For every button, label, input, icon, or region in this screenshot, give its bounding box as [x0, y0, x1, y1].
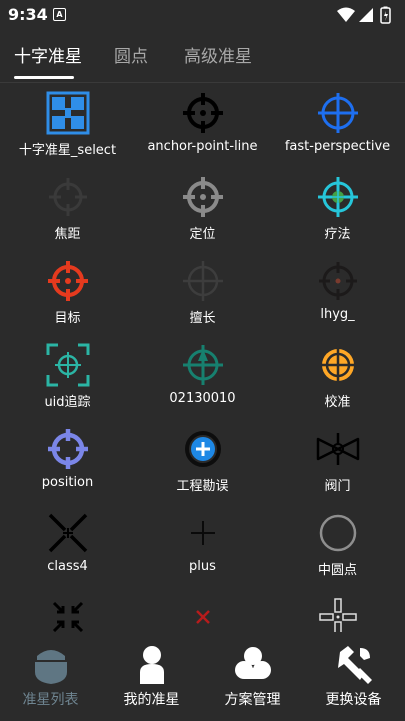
crosshair-item-label: uid追踪 — [44, 395, 91, 410]
crosshair-item-label: 定位 — [189, 227, 216, 242]
black-crosshair-icon — [183, 93, 223, 133]
teal-arrow-crosshair-icon — [183, 345, 223, 385]
faint-crosshair-icon — [183, 261, 223, 301]
crosshair-item[interactable]: 目标 — [0, 252, 135, 336]
crosshair-item[interactable]: 工程勘误 — [135, 420, 270, 504]
crosshair-item[interactable]: 02130010 — [135, 336, 270, 420]
crosshair-item-label: class4 — [47, 559, 88, 574]
crosshair-item-label: 阀门 — [324, 479, 351, 494]
crosshair-item[interactable]: uid追踪 — [0, 336, 135, 420]
tab-crosshair[interactable]: 十字准星 — [14, 42, 82, 67]
red-crosshair-icon — [48, 261, 88, 301]
wifi-icon — [337, 7, 355, 22]
status-time: 9:34 — [8, 5, 48, 24]
crosshair-item[interactable]: 焦距 — [0, 168, 135, 252]
crosshair-item-label: fast-perspective — [284, 139, 391, 154]
crosshair-item[interactable]: 阀门 — [270, 420, 405, 504]
crosshair-grid: 十字准星_select anchor-point-line fast-persp… — [0, 84, 405, 632]
system-status-icons — [337, 6, 391, 24]
bottom-navigation: 准星列表 我的准星 方案管理 更换设备 — [0, 632, 405, 721]
nav-label: 准星列表 — [22, 692, 79, 708]
crosshair-item-label: 校准 — [324, 395, 351, 410]
crosshair-item[interactable]: 擅长 — [135, 252, 270, 336]
gray-crosshair-icon — [183, 177, 223, 217]
crosshair-item[interactable]: position — [0, 420, 135, 504]
crosshair-item-label: 十字准星_select — [18, 143, 117, 158]
user-icon — [140, 646, 164, 684]
arrows-x-icon — [52, 601, 84, 632]
nav-crosshair-list[interactable]: 准星列表 — [0, 632, 101, 721]
crosshair-item-label: lhyg_ — [320, 307, 355, 322]
nav-label: 我的准星 — [123, 692, 180, 708]
crosshair-item[interactable]: 十字准星_select — [0, 84, 135, 168]
crosshair-item-label: 擅长 — [189, 311, 216, 326]
crosshair-item[interactable] — [135, 588, 270, 632]
signal-icon — [359, 8, 373, 22]
blue-square-cross-icon — [46, 91, 90, 135]
crosshair-item[interactable]: class4 — [0, 504, 135, 588]
valve-icon — [316, 433, 360, 465]
nav-plan-management[interactable]: 方案管理 — [202, 632, 303, 721]
crosshair-item[interactable]: anchor-point-line — [135, 84, 270, 168]
crosshair-item-label: 中圆点 — [317, 563, 357, 578]
tools-icon — [338, 646, 372, 684]
crosshair-item[interactable]: 疗法 — [270, 168, 405, 252]
crosshair-item[interactable] — [0, 588, 135, 632]
purple-crosshair-icon — [48, 429, 88, 469]
crosshair-item-label: 工程勘误 — [176, 479, 229, 494]
orange-crosshair-icon — [320, 347, 356, 383]
crosshair-item-label: 焦距 — [54, 227, 81, 242]
crosshair-item[interactable]: 定位 — [135, 168, 270, 252]
crosshair-list-icon — [35, 650, 67, 684]
crosshair-item[interactable] — [270, 588, 405, 632]
teal-bracket-crosshair-icon — [46, 343, 90, 387]
red-x-icon — [196, 610, 210, 624]
black-x-crosshair-icon — [48, 513, 88, 553]
tab-indicator — [14, 76, 74, 79]
crosshair-item-label: anchor-point-line — [147, 139, 258, 154]
notification-icon: A — [53, 8, 66, 21]
crosshair-item[interactable]: lhyg_ — [270, 252, 405, 336]
blue-plus-crosshair-icon — [185, 431, 221, 467]
crosshair-item-label: 疗法 — [324, 227, 351, 242]
tab-advanced[interactable]: 高级准星 — [184, 42, 252, 67]
cyan-green-crosshair-icon — [318, 177, 358, 217]
circle-icon — [319, 514, 357, 552]
crosshair-item-label: position — [41, 475, 94, 490]
divider — [0, 82, 405, 83]
brown-crosshair-icon — [319, 262, 357, 300]
crosshair-item[interactable]: 校准 — [270, 336, 405, 420]
cloud-icon — [235, 647, 271, 679]
nav-change-device[interactable]: 更换设备 — [303, 632, 404, 721]
nav-label: 更换设备 — [325, 692, 382, 708]
crosshair-item-label: 02130010 — [169, 391, 236, 406]
crosshair-item[interactable]: 中圆点 — [270, 504, 405, 588]
blue-crosshair-icon — [318, 93, 358, 133]
split-crosshair-icon — [319, 598, 357, 632]
crosshair-item-label: plus — [189, 559, 216, 574]
top-tab-bar: 十字准星 圆点 高级准星 — [0, 30, 405, 80]
tab-dot[interactable]: 圆点 — [114, 42, 148, 67]
crosshair-item[interactable]: plus — [135, 504, 270, 588]
crosshair-item-label: 目标 — [54, 311, 81, 326]
nav-label: 方案管理 — [224, 692, 281, 708]
dark-crosshair-icon — [49, 178, 87, 216]
crosshair-item[interactable]: fast-perspective — [270, 84, 405, 168]
nav-my-crosshair[interactable]: 我的准星 — [101, 632, 202, 721]
plus-icon — [191, 521, 215, 545]
status-bar: 9:34 A — [0, 0, 405, 30]
